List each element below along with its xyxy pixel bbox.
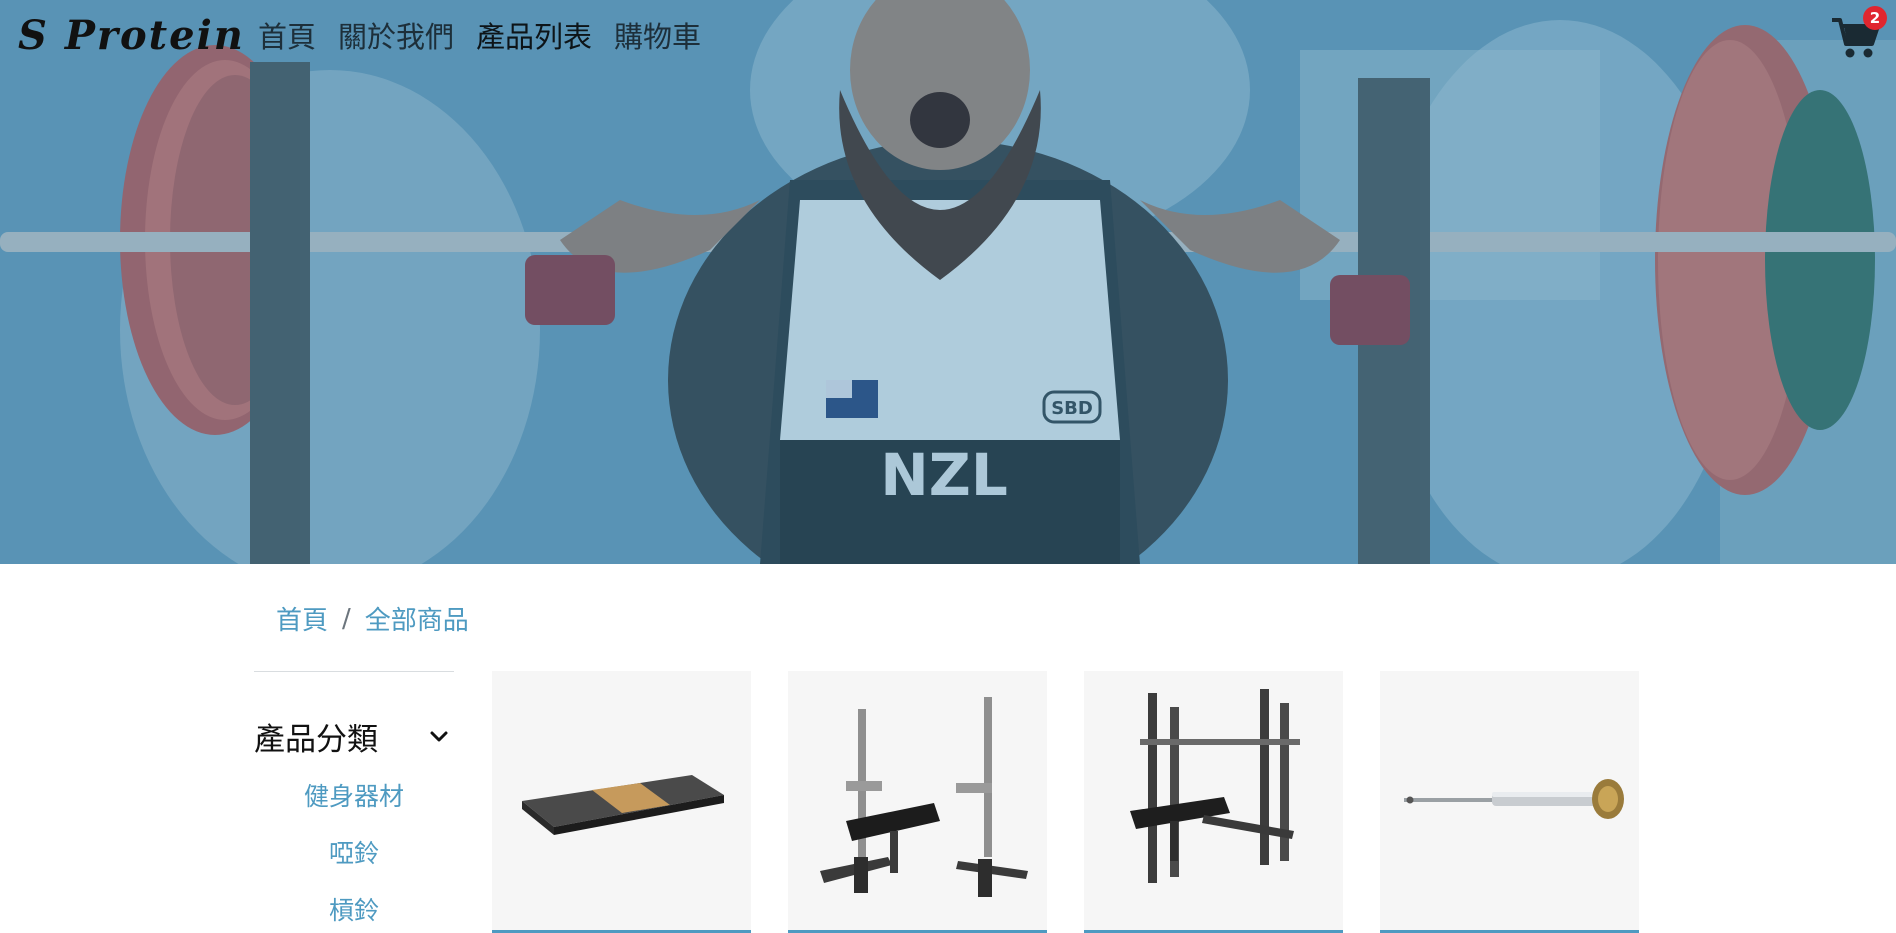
category-item-dumbbells[interactable]: 啞鈴 bbox=[254, 825, 454, 882]
chevron-down-icon[interactable] bbox=[428, 725, 450, 747]
breadcrumb: 首頁 / 全部商品 bbox=[276, 600, 469, 637]
breadcrumb-home-link[interactable]: 首頁 bbox=[276, 600, 328, 637]
product-image-lifting-platform bbox=[522, 775, 724, 835]
category-toggle[interactable]: 產品分類 bbox=[254, 672, 454, 772]
nav-link-cart[interactable]: 購物車 bbox=[614, 17, 701, 57]
product-card[interactable] bbox=[1380, 671, 1639, 933]
nav-link-products[interactable]: 產品列表 bbox=[476, 17, 592, 57]
nav-link-about[interactable]: 關於我們 bbox=[338, 17, 454, 57]
category-list: 健身器材 啞鈴 槓鈴 bbox=[254, 768, 454, 933]
product-image-barbell bbox=[1404, 779, 1624, 819]
product-card[interactable] bbox=[788, 671, 1047, 933]
category-item-barbells[interactable]: 槓鈴 bbox=[254, 882, 454, 933]
breadcrumb-separator: / bbox=[342, 603, 351, 634]
breadcrumb-current[interactable]: 全部商品 bbox=[365, 600, 469, 637]
product-grid bbox=[492, 671, 1639, 933]
product-image-olympic-bench bbox=[1130, 689, 1300, 883]
top-navbar: S Protein 首頁 關於我們 產品列表 購物車 2 bbox=[0, 0, 1896, 76]
brand-logo[interactable]: S Protein bbox=[18, 12, 245, 59]
sidebar-title: 產品分類 bbox=[254, 721, 378, 758]
product-image-squat-bench bbox=[820, 697, 1028, 897]
cart-count-badge: 2 bbox=[1863, 6, 1887, 30]
category-item-fitness-equipment[interactable]: 健身器材 bbox=[254, 768, 454, 825]
product-card[interactable] bbox=[492, 671, 751, 933]
nav-links: 首頁 關於我們 產品列表 購物車 bbox=[258, 17, 701, 57]
category-sidebar: 產品分類 健身器材 啞鈴 槓鈴 bbox=[254, 671, 454, 933]
hero-banner: SBD NZL bbox=[0, 0, 1896, 564]
nav-link-home[interactable]: 首頁 bbox=[258, 17, 316, 57]
product-card[interactable] bbox=[1084, 671, 1343, 933]
